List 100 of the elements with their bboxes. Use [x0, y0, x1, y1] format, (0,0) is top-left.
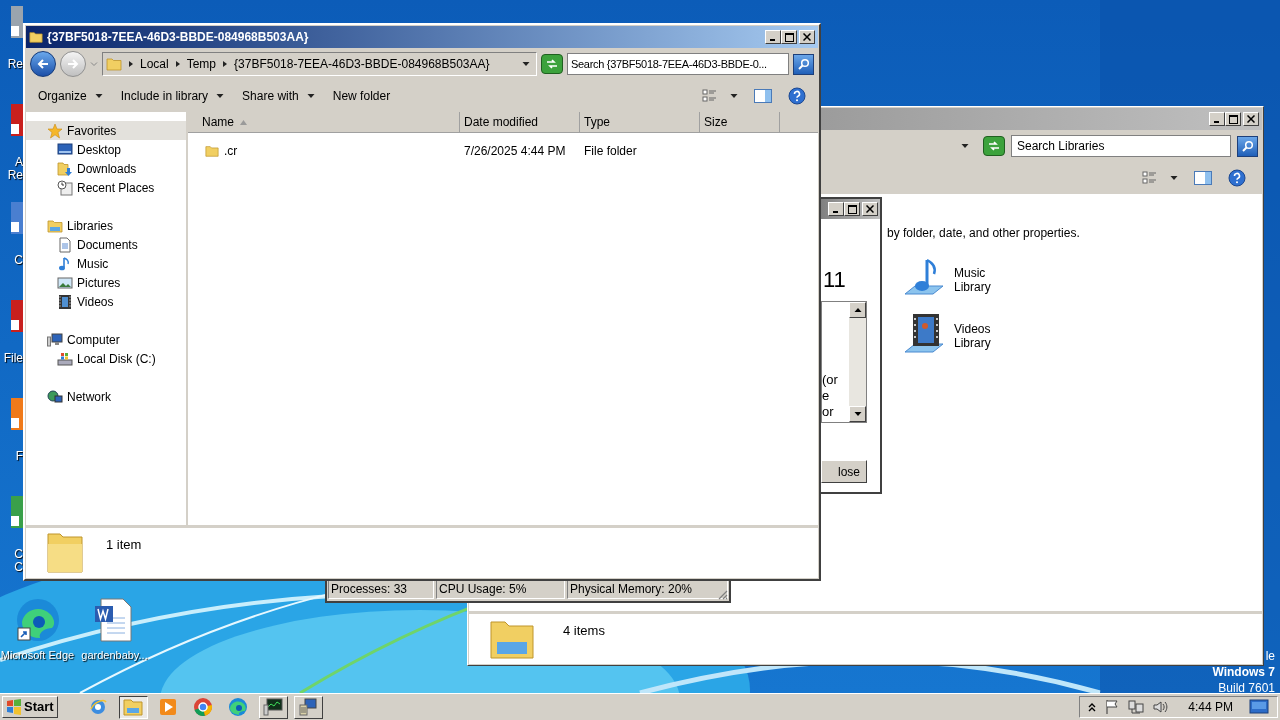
caret-icon: [216, 92, 225, 100]
minimize-button[interactable]: [765, 30, 781, 44]
toolbar-button[interactable]: Organize: [38, 87, 103, 105]
text-line: e: [822, 388, 831, 404]
film-icon: [57, 293, 73, 310]
preview-pane-icon[interactable]: [754, 88, 772, 104]
breadcrumb-item[interactable]: Temp: [186, 55, 217, 73]
refresh-button[interactable]: [541, 54, 563, 74]
refresh-button[interactable]: [983, 136, 1005, 156]
recent-places-icon: [57, 179, 73, 196]
library-label[interactable]: Library: [954, 336, 991, 350]
caret-icon: [522, 60, 530, 68]
close-icon: [866, 205, 874, 213]
chevron-up-icon[interactable]: [1088, 702, 1097, 712]
windows-flag-icon: [6, 699, 22, 715]
caret-icon: [94, 92, 103, 100]
search-field[interactable]: Search Libraries: [1011, 135, 1231, 157]
computer-icon: [298, 697, 319, 717]
library-label[interactable]: Library: [954, 280, 991, 294]
minimize-button[interactable]: [1209, 112, 1225, 126]
caret-icon: [730, 92, 738, 100]
caret-icon: [1170, 174, 1178, 182]
search-button[interactable]: [1237, 135, 1258, 157]
item-count: 4 items: [563, 622, 605, 640]
desktop-app-icon[interactable]: [11, 202, 23, 234]
taskbar-button[interactable]: [118, 695, 148, 719]
notice-text: Windows 7: [1212, 664, 1275, 680]
folder-icon: [123, 697, 144, 717]
flag-icon[interactable]: [1104, 699, 1121, 715]
close-button[interactable]: [862, 202, 878, 216]
search-field[interactable]: Search {37BF5018-7EEA-46D3-BBDE-0...: [567, 53, 789, 75]
maximize-button[interactable]: [781, 30, 797, 44]
speaker-icon[interactable]: [1152, 699, 1169, 715]
maximize-button[interactable]: [1225, 112, 1241, 126]
nav-item[interactable]: Favorites: [26, 121, 186, 140]
text-line: or: [822, 404, 835, 420]
folder-icon: [205, 143, 219, 159]
close-icon: [1247, 115, 1255, 123]
maximize-icon: [1228, 114, 1238, 124]
breadcrumb-item[interactable]: {37BF5018-7EEA-46D3-BBDE-084968B503AA}: [234, 55, 490, 73]
desktop-app-icon[interactable]: [11, 496, 23, 528]
desktop-app-icon[interactable]: [11, 104, 23, 136]
star-icon: [47, 122, 63, 139]
column-header[interactable]: Date modified: [460, 112, 580, 132]
view-list-icon[interactable]: [702, 88, 718, 104]
search-button[interactable]: [793, 53, 814, 75]
view-list-icon[interactable]: [1142, 170, 1158, 186]
folder-icon: [29, 29, 43, 45]
arrows-icon: [546, 58, 558, 70]
show-desktop-icon[interactable]: [1249, 699, 1269, 715]
scroll-up-button[interactable]: [849, 302, 866, 318]
file-name-cell[interactable]: .cr: [188, 142, 460, 160]
help-icon[interactable]: [1228, 169, 1246, 187]
icon-label: File: [3, 352, 23, 365]
column-header[interactable]: Type: [580, 112, 700, 132]
chrome-ball-icon: [193, 697, 214, 717]
up-arrow-icon: [853, 306, 862, 314]
maximize-icon: [847, 204, 857, 214]
column-header[interactable]: Name: [188, 112, 460, 132]
close-button[interactable]: [799, 30, 815, 44]
forward-arrow-icon: [67, 58, 79, 70]
toolbar-button[interactable]: New folder: [332, 87, 391, 105]
toolbar-button[interactable]: Include in library: [120, 87, 225, 105]
monitor-icon: [57, 141, 73, 158]
desktop-app-icon[interactable]: [11, 300, 23, 332]
breadcrumb-item[interactable]: Local: [140, 55, 169, 73]
description-text: by folder, date, and other properties.: [887, 225, 1081, 242]
arrows-icon: [988, 140, 1000, 152]
download-folder-icon: [57, 160, 73, 177]
down-arrow-icon: [853, 410, 862, 418]
table-cell-text: 7/26/2025 4:44 PM: [463, 143, 567, 160]
caret-icon: [306, 92, 315, 100]
help-icon[interactable]: [788, 87, 806, 105]
maximize-button[interactable]: [844, 202, 860, 216]
network-icon[interactable]: [1128, 699, 1145, 715]
scroll-down-button[interactable]: [849, 406, 866, 422]
maximize-icon: [784, 32, 794, 42]
icon-label: A: [15, 156, 23, 169]
start-button[interactable]: Start: [2, 696, 58, 718]
library-label[interactable]: Music: [954, 266, 991, 280]
resize-grip-icon[interactable]: [716, 588, 728, 600]
toolbar-button[interactable]: Share with: [242, 87, 315, 105]
column-header[interactable]: Size: [700, 112, 780, 132]
library-label[interactable]: Videos: [954, 322, 991, 336]
back-arrow-icon: [37, 58, 49, 70]
minimize-button[interactable]: [828, 202, 844, 216]
icon-label: C: [14, 548, 23, 561]
play-icon: [158, 697, 179, 717]
back-button[interactable]: [30, 51, 56, 77]
caret-icon: [961, 142, 969, 150]
close-button[interactable]: lose: [821, 460, 867, 483]
icon-label: Re: [7, 58, 23, 71]
close-button[interactable]: [1243, 112, 1259, 126]
desktop-app-icon[interactable]: [11, 398, 23, 430]
preview-pane-icon[interactable]: [1194, 170, 1212, 186]
search-icon: [1241, 140, 1254, 152]
window-title: {37BF5018-7EEA-46D3-BBDE-084968B503AA}: [47, 29, 310, 46]
item-count: 1 item: [106, 536, 142, 554]
address-bar[interactable]: Local Temp {37BF5018-7EEA-46D3-BBDE-084968B503AA}: [102, 52, 537, 76]
library-folder-icon: [47, 217, 63, 234]
